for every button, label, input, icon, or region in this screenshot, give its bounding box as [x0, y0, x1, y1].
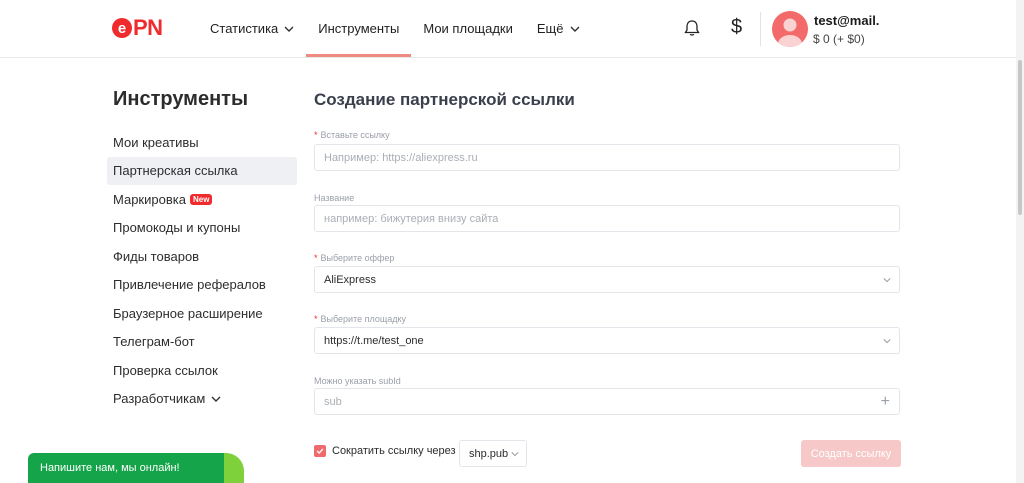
chevron-down-icon [570, 26, 579, 32]
subid-label-text: Можно указать subId [314, 376, 401, 386]
sidebar-item-label: Проверка ссылок [113, 362, 218, 378]
logo-text: PN [133, 15, 163, 40]
nav-tools[interactable]: Инструменты [306, 0, 412, 57]
sidebar-item-label: Привлечение рефералов [113, 277, 266, 293]
shorten-checkbox[interactable] [314, 445, 326, 457]
sidebar-item-label: Промокоды и купоны [113, 220, 241, 236]
bell-icon[interactable] [682, 18, 702, 38]
subid-placeholder: sub [324, 395, 342, 408]
sidebar-item-referrals[interactable]: Привлечение рефералов [107, 271, 297, 300]
logo-mark: e [112, 18, 132, 38]
page-scrollbar[interactable] [1016, 0, 1024, 483]
shorten-label: Сократить ссылку через [332, 445, 456, 457]
scrollbar-thumb[interactable] [1018, 60, 1022, 215]
nav-statistics[interactable]: Статистика [198, 0, 306, 57]
required-mark: * [314, 130, 318, 140]
sidebar-item-label: Маркировка [113, 191, 186, 207]
offer-label-text: Выберите оффер [320, 253, 395, 263]
checkmark-icon [316, 448, 324, 455]
sidebar-item-promocodes[interactable]: Промокоды и купоны [107, 214, 297, 243]
chevron-down-icon [511, 452, 519, 457]
main-nav: Статистика Инструменты Мои площадки Ещё [198, 0, 592, 57]
platform-label-text: Выберите площадку [320, 314, 407, 324]
chat-widget-label: Напишите нам, мы онлайн! [40, 462, 180, 474]
user-avatar-icon [778, 18, 802, 47]
chevron-down-icon [883, 278, 891, 283]
sidebar-item-label: Фиды товаров [113, 248, 200, 264]
platform-select[interactable]: https://t.me/test_one [314, 327, 900, 354]
chat-widget[interactable]: Напишите нам, мы онлайн! [28, 453, 244, 483]
avatar[interactable] [772, 11, 808, 47]
nav-more-label: Ещё [536, 21, 564, 36]
name-input[interactable]: например: бижутерия внизу сайта [314, 205, 900, 232]
shorten-link-option[interactable]: Сократить ссылку через [314, 445, 456, 457]
create-link-button[interactable]: Создать ссылку [801, 440, 901, 467]
sidebar-item-label: Партнерская ссылка [113, 163, 238, 179]
link-input[interactable]: Например: https://aliexpress.ru [314, 144, 900, 171]
shortener-select[interactable]: shp.pub [459, 440, 527, 467]
nav-my-platforms[interactable]: Мои площадки [411, 0, 525, 57]
shortener-value: shp.pub [469, 447, 509, 460]
sidebar-item-creatives[interactable]: Мои креативы [107, 128, 297, 157]
subid-field-label: Можно указать subId [314, 376, 401, 386]
nav-tools-label: Инструменты [318, 21, 400, 36]
sidebar-item-browser-extension[interactable]: Браузерное расширение [107, 299, 297, 328]
link-field-label: * Вставьте ссылку [314, 130, 390, 140]
link-placeholder: Например: https://aliexpress.ru [324, 151, 478, 164]
sidebar-item-label: Мои креативы [113, 134, 199, 150]
nav-more[interactable]: Ещё [525, 0, 592, 57]
link-label-text: Вставьте ссылку [320, 130, 390, 140]
sidebar-item-telegram-bot[interactable]: Телеграм-бот [107, 328, 297, 357]
required-mark: * [314, 314, 318, 324]
nav-statistics-label: Статистика [210, 21, 279, 36]
chevron-down-icon [883, 339, 891, 344]
subid-input[interactable]: sub + [314, 388, 900, 415]
top-navbar: e PN Статистика Инструменты Мои площадки… [0, 0, 1016, 58]
user-balance: $ 0 (+ $0) [813, 32, 865, 46]
sidebar-item-label: Разработчикам [113, 391, 206, 407]
dollar-icon[interactable]: $ [731, 16, 742, 39]
sidebar-item-developers[interactable]: Разработчикам [107, 385, 297, 414]
sidebar-item-label: Браузерное расширение [113, 305, 263, 321]
plus-icon[interactable]: + [881, 393, 890, 411]
platform-field-label: * Выберите площадку [314, 314, 406, 324]
chevron-down-icon [284, 26, 294, 32]
user-email[interactable]: test@mail. [814, 13, 879, 28]
divider [760, 12, 761, 46]
sidebar-item-feeds[interactable]: Фиды товаров [107, 242, 297, 271]
epn-logo[interactable]: e PN [112, 15, 163, 40]
platform-value: https://t.me/test_one [324, 334, 424, 347]
sidebar-item-partner-link[interactable]: Партнерская ссылка [107, 156, 297, 185]
sidebar-item-label: Телеграм-бот [113, 334, 195, 350]
offer-select[interactable]: AliExpress [314, 266, 900, 293]
offer-value: AliExpress [324, 273, 376, 286]
new-badge: New [189, 193, 213, 205]
name-label-text: Название [314, 193, 355, 203]
sidebar: Мои креативы Партнерская ссылка Маркиров… [107, 128, 297, 413]
name-field-label: Название [314, 193, 354, 203]
chat-widget-accent [224, 453, 244, 483]
sidebar-item-marking[interactable]: Маркировка New [107, 185, 297, 214]
page-title: Создание партнерской ссылки [314, 90, 575, 109]
name-placeholder: например: бижутерия внизу сайта [324, 212, 499, 225]
required-mark: * [314, 253, 318, 263]
chevron-down-icon [211, 396, 221, 402]
offer-field-label: * Выберите оффер [314, 253, 394, 263]
nav-my-platforms-label: Мои площадки [423, 21, 513, 36]
sidebar-title: Инструменты [113, 88, 249, 110]
sidebar-item-link-check[interactable]: Проверка ссылок [107, 356, 297, 385]
